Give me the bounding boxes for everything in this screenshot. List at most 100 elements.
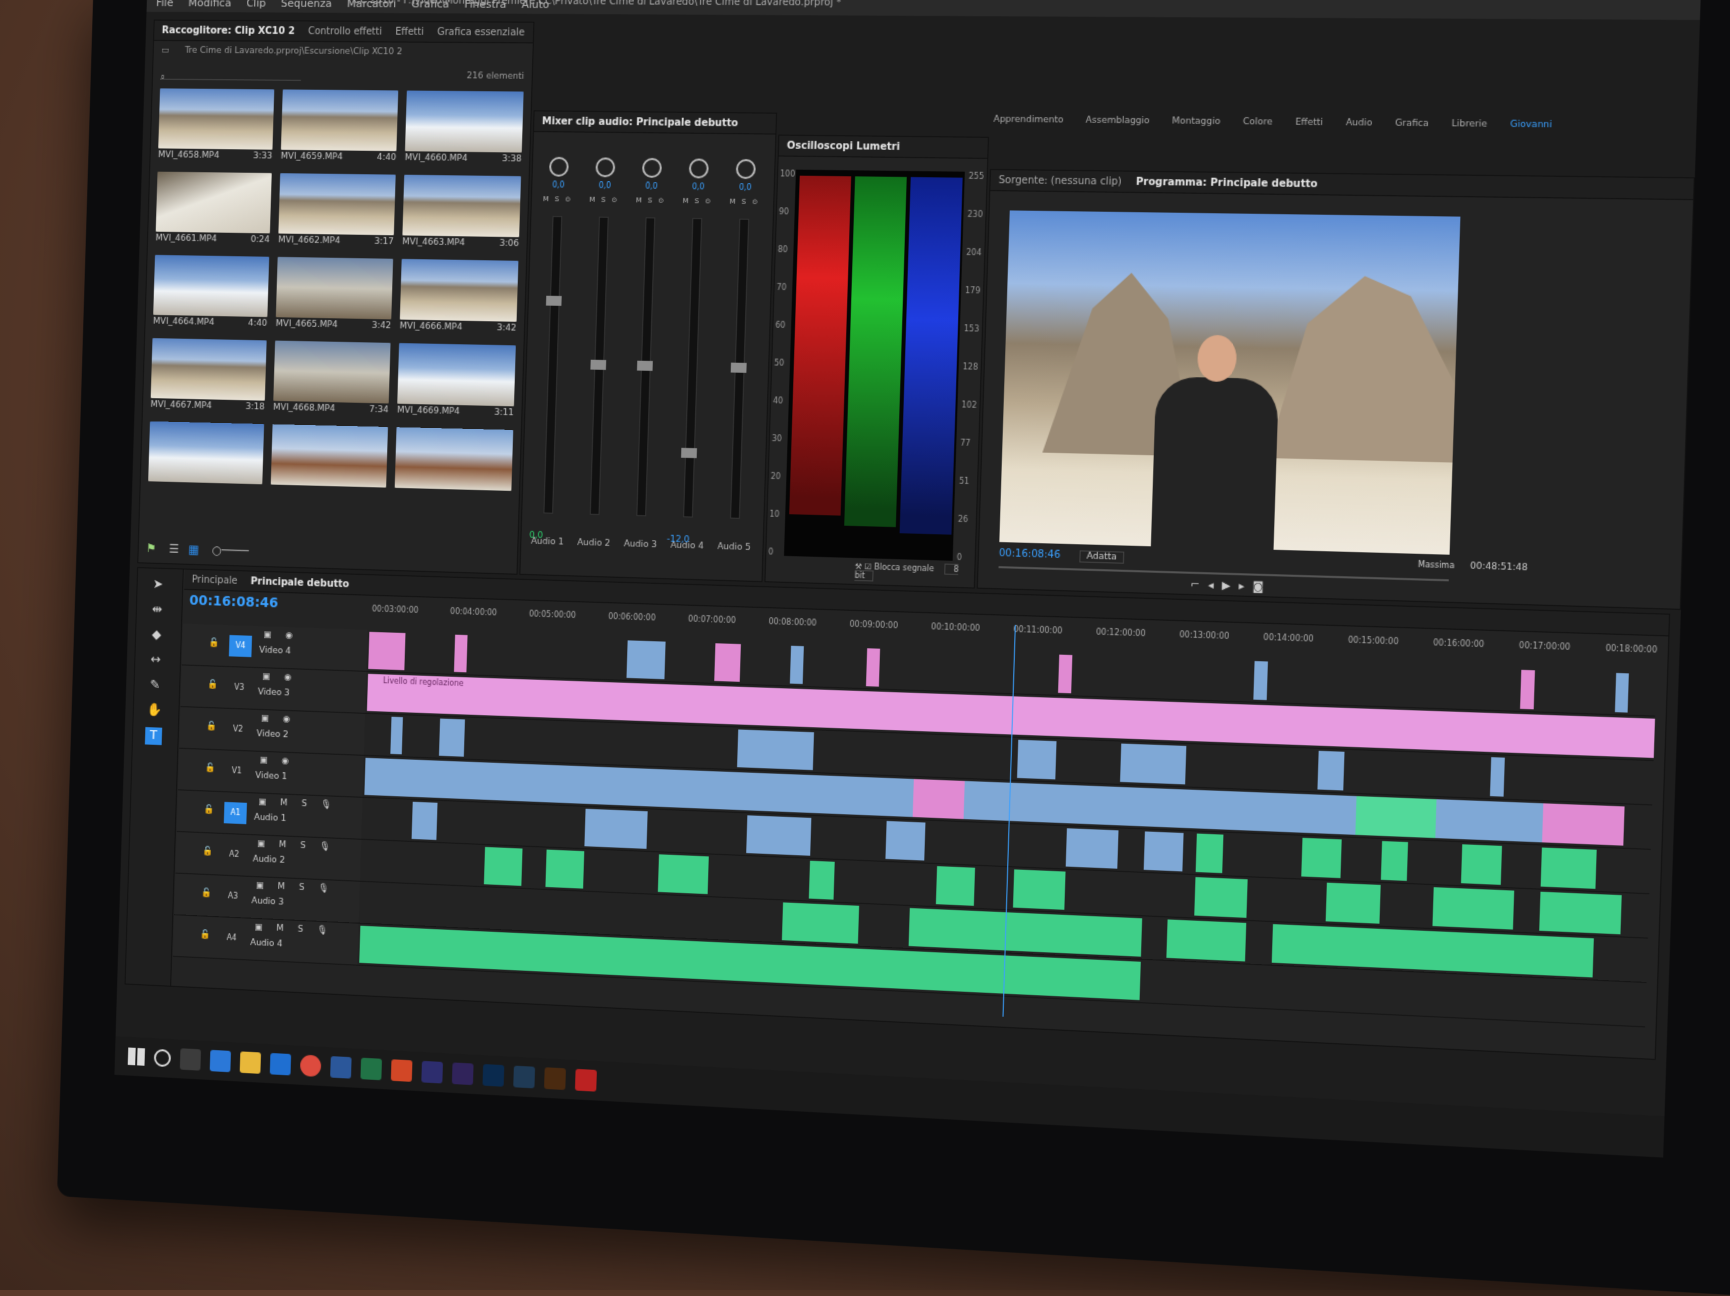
timeline-clip[interactable] xyxy=(1017,740,1057,780)
chrome-icon[interactable] xyxy=(300,1055,321,1078)
ripple-edit-tool-icon[interactable]: ⇹ xyxy=(149,601,166,619)
timeline-clip[interactable] xyxy=(1250,792,1357,835)
clip-item[interactable]: MVI_4667.MP43:18 xyxy=(150,338,266,414)
timeline-clip[interactable] xyxy=(1093,786,1251,831)
track-target-toggle[interactable]: A2 xyxy=(223,844,246,866)
pan-knob-icon[interactable] xyxy=(642,158,662,178)
new-bin-icon[interactable]: ⚑ xyxy=(146,541,156,555)
timeline-clip[interactable] xyxy=(886,821,925,861)
timeline-clip[interactable] xyxy=(856,949,985,993)
menu-item-0[interactable]: File xyxy=(156,0,174,9)
timeline-clip[interactable] xyxy=(368,632,406,670)
eye-icon[interactable]: ▣ ◉ xyxy=(261,714,296,725)
timeline-clip[interactable] xyxy=(627,640,666,679)
mute-solo-buttons[interactable]: M S ⊙ xyxy=(539,195,576,203)
timeline-clip[interactable] xyxy=(546,850,584,889)
photoshop-icon[interactable] xyxy=(483,1064,505,1087)
timeline-clip[interactable] xyxy=(866,648,880,686)
timeline-clip[interactable] xyxy=(1317,751,1345,791)
timeline-clip[interactable] xyxy=(1167,919,1247,961)
workspace-tab-0[interactable]: Apprendimento xyxy=(993,115,1063,126)
clip-item[interactable]: MVI_4660.MP43:38 xyxy=(405,91,524,167)
type-tool-icon[interactable]: T xyxy=(145,727,162,745)
export-frame-icon[interactable]: ◙ xyxy=(1252,580,1272,594)
timeline-clip[interactable] xyxy=(735,772,914,817)
mute-solo-buttons[interactable]: M S ⊙ xyxy=(726,198,764,206)
timeline-clip[interactable] xyxy=(439,719,465,757)
workspace-tab-2[interactable]: Montaggio xyxy=(1172,116,1221,127)
track-target-toggle[interactable]: V3 xyxy=(228,677,251,699)
illustrator-icon[interactable] xyxy=(544,1067,566,1090)
tab-source[interactable]: Sorgente: (nessuna clip) xyxy=(998,175,1121,188)
lock-icon[interactable]: 🔓 xyxy=(207,680,218,690)
timeline-clip[interactable] xyxy=(1380,841,1408,881)
timeline-clip[interactable] xyxy=(364,758,611,805)
tab-sequence-principale-debutto[interactable]: Principale debutto xyxy=(250,576,349,590)
mute-solo-icons[interactable]: ▣ M S 🎙 xyxy=(254,923,333,936)
timeline-timecode[interactable]: 00:16:08:46 xyxy=(189,593,278,611)
tab-essential-graphics[interactable]: Grafica essenziale xyxy=(437,27,525,38)
clip-item[interactable]: MVI_4661.MP40:24 xyxy=(155,172,271,247)
timeline-clip[interactable] xyxy=(1011,913,1142,957)
clip-item[interactable] xyxy=(270,424,388,501)
timeline-clip[interactable] xyxy=(1013,869,1066,909)
timeline-clip[interactable] xyxy=(714,643,740,682)
lock-icon[interactable]: 🔓 xyxy=(206,722,217,732)
hand-tool-icon[interactable]: ✋ xyxy=(146,702,163,720)
timeline-clip[interactable] xyxy=(390,717,403,755)
lock-icon[interactable]: 🔓 xyxy=(205,763,216,773)
eye-icon[interactable]: ▣ ◉ xyxy=(262,672,297,683)
timeline-clip[interactable] xyxy=(1378,929,1459,971)
track-target-toggle[interactable]: V2 xyxy=(226,718,249,740)
track-target-toggle[interactable]: A1 xyxy=(224,802,247,824)
workspace-tab-4[interactable]: Effetti xyxy=(1295,118,1323,128)
timeline-clip[interactable] xyxy=(584,809,647,849)
pan-knob-icon[interactable] xyxy=(736,159,756,179)
word-icon[interactable] xyxy=(330,1056,351,1079)
clip-item[interactable]: MVI_4669.MP43:11 xyxy=(397,343,516,420)
timeline-clip[interactable] xyxy=(913,779,965,819)
eye-icon[interactable]: ▣ ◉ xyxy=(259,756,294,767)
clip-item[interactable]: MVI_4659.MP44:40 xyxy=(281,89,399,164)
timeline-clip[interactable] xyxy=(1490,757,1505,796)
timeline-clip[interactable] xyxy=(1541,848,1596,889)
lock-icon[interactable]: 🔓 xyxy=(201,888,212,898)
timeline-clip[interactable] xyxy=(1432,887,1514,929)
clip-item[interactable]: MVI_4658.MP43:33 xyxy=(158,88,274,163)
timeline-clip[interactable] xyxy=(1355,796,1436,838)
timeline-clip[interactable] xyxy=(1458,932,1594,977)
timeline-clip[interactable] xyxy=(1326,883,1380,924)
eye-icon[interactable]: ▣ ◉ xyxy=(263,630,298,641)
step-back-icon[interactable]: ◂ xyxy=(1208,578,1222,592)
step-forward-icon[interactable]: ▸ xyxy=(1239,579,1253,593)
timeline-clip[interactable] xyxy=(808,861,834,900)
mute-solo-buttons[interactable]: M S ⊙ xyxy=(586,196,623,204)
play-icon[interactable]: ▶ xyxy=(1222,579,1239,593)
list-view-icon[interactable]: ☰ xyxy=(169,542,179,556)
track-target-toggle[interactable]: V1 xyxy=(225,760,248,782)
timeline-clip[interactable] xyxy=(1194,877,1248,918)
timeline-clip[interactable] xyxy=(610,767,661,807)
tab-bin[interactable]: Raccoglitore: Clip XC10 2 xyxy=(162,25,295,36)
quality-select[interactable]: Massima xyxy=(1418,560,1455,570)
track-target-toggle[interactable]: A4 xyxy=(220,927,243,949)
timeline-clip[interactable] xyxy=(790,646,804,684)
mute-solo-buttons[interactable]: M S ⊙ xyxy=(632,196,669,204)
timeline-clip[interactable] xyxy=(1614,673,1629,713)
slip-tool-icon[interactable]: ↔ xyxy=(147,652,164,670)
timeline-clip[interactable] xyxy=(1272,924,1379,967)
volume-fader[interactable] xyxy=(637,361,653,371)
tab-program[interactable]: Programma: Principale debutto xyxy=(1136,176,1318,189)
menu-item-2[interactable]: Clip xyxy=(246,0,266,9)
excel-icon[interactable] xyxy=(360,1058,382,1081)
clip-item[interactable]: MVI_4668.MP47:34 xyxy=(273,341,391,418)
clip-item[interactable] xyxy=(148,421,264,498)
timeline-clip[interactable] xyxy=(747,815,811,855)
timeline-clip[interactable] xyxy=(936,866,976,906)
timeline-clip[interactable] xyxy=(1301,838,1342,878)
menu-item-1[interactable]: Modifica xyxy=(188,0,231,9)
fit-select[interactable]: Adatta xyxy=(1079,550,1124,563)
tab-lumetri-scopes[interactable]: Oscilloscopi Lumetri xyxy=(787,140,900,152)
pan-knob-icon[interactable] xyxy=(549,157,569,177)
tab-audio-clip-mixer[interactable]: Mixer clip audio: Principale debutto xyxy=(542,116,738,129)
